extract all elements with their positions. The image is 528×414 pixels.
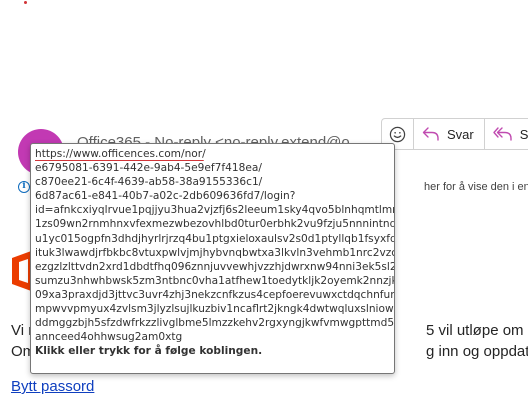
link-preview-tooltip: https://www.officences.com/nor/ e6795081…: [30, 143, 395, 374]
tooltip-url-line: c870ee21-6c4f-4639-ab58-38a9155336c1/: [35, 176, 263, 189]
status-dot: [24, 1, 27, 4]
reply-all-button[interactable]: S: [485, 119, 528, 149]
message-action-toolbar: Svar S: [381, 118, 528, 150]
reply-all-arrow-icon: [493, 127, 512, 141]
smiley-icon: [389, 126, 406, 142]
tooltip-url-line: https://www.officences.com/nor/: [35, 147, 394, 162]
tooltip-url-line: ezgzlzlttvdn2xrd1dbdtfhq096znnjuvvewhjvz…: [35, 260, 394, 273]
tooltip-url-line: 1zs09wn2rnmhnxvfexmezwbezovhlbd0tur0erbh…: [35, 218, 394, 231]
body-text-line-2-end: g inn og oppdat: [426, 343, 528, 360]
tooltip-url-line: sumzu3nhwhbwsk5zm3ntbnc0vha1atfhew1toedy…: [35, 274, 394, 287]
tooltip-url-line: 6d87ac61-e841-40b7-a02c-2db609636fd7/log…: [35, 190, 296, 203]
info-banner-text[interactable]: her for å vise den i en: [424, 181, 528, 193]
tooltip-url-line: ituk3lwawdjrfbkbc8vtuxpwlvjmjhybvnqbwtxa…: [35, 246, 394, 259]
tooltip-follow-link-hint: Klikk eller trykk for å følge koblingen.: [35, 345, 263, 358]
change-password-link[interactable]: Bytt passord: [11, 378, 94, 395]
red-underline-annotation: [35, 160, 204, 162]
tooltip-url-line: u1yc015ogpfn3dhdjhyrlrjrzq4bu1ptgxieloxa…: [35, 232, 394, 245]
tooltip-url-line: annceed4ohhwsug2am0xtg: [35, 331, 183, 344]
tooltip-url-line: mpwvvpmyux4zvlsm3jlyzlsujlkuzbiv1ncaflrt…: [35, 303, 394, 316]
tooltip-url-line: ddmggzbjh5sfzdwfrkzzlivglbme5lmzzkehv2rg…: [35, 317, 394, 330]
tooltip-url-line: id=afnkcxiyqlrvue1pqjjyu3hua2vjzfj6s2lee…: [35, 204, 394, 217]
tooltip-url-line: 09xa3praxdjd3jttvc3uvr4zhj3nekzcnfkzus4c…: [35, 288, 394, 301]
reply-label: Svar: [447, 126, 474, 142]
reply-all-label: S: [519, 126, 528, 142]
info-icon: i: [18, 181, 30, 193]
tooltip-url-domain: https://www.officences.com/nor/: [35, 148, 206, 162]
reply-button[interactable]: Svar: [414, 119, 485, 149]
tooltip-url-line: e6795081-6391-442e-9ab4-5e9ef7f418ea/: [35, 162, 262, 175]
reply-arrow-icon: [422, 127, 439, 141]
body-text-line-1-end: 5 vil utløpe om 1: [426, 322, 528, 339]
